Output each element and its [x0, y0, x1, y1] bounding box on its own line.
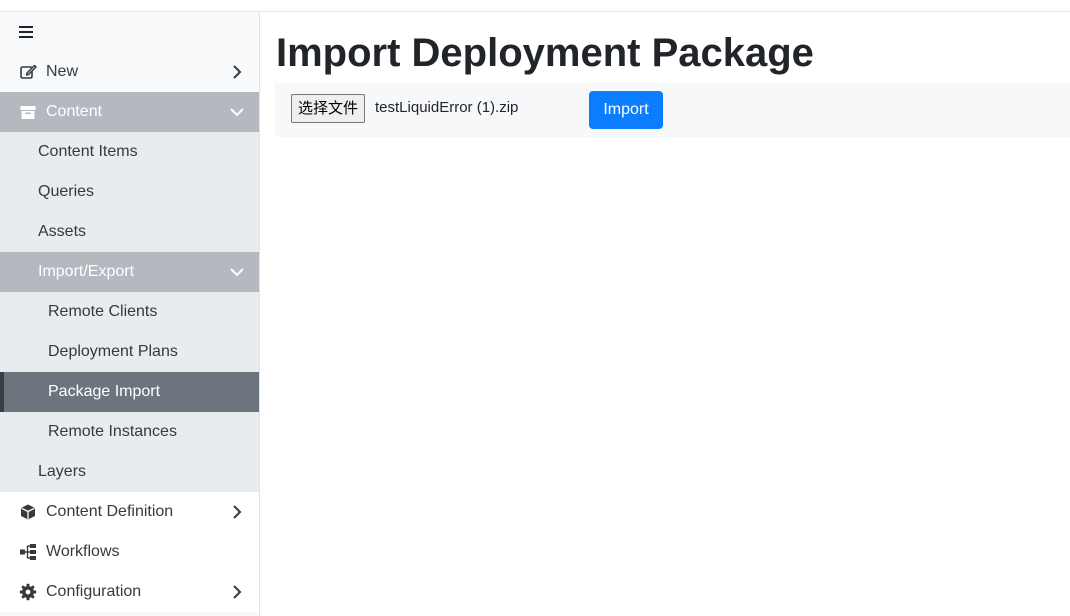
import-button[interactable]: Import	[589, 91, 663, 129]
import-form: 选择文件 testLiquidError (1).zip Import	[275, 83, 1070, 137]
sidebar-item-label: Assets	[38, 223, 87, 240]
sidebar-item-content-items[interactable]: Content Items	[0, 132, 259, 172]
sidebar-item-label: Remote Instances	[48, 423, 177, 440]
sidebar-item-package-import[interactable]: Package Import	[0, 372, 259, 412]
cube-icon	[21, 504, 35, 520]
sitemap-icon	[20, 544, 36, 560]
sidebar-item-remote-clients[interactable]: Remote Clients	[0, 292, 259, 332]
chevron-right-icon	[233, 505, 242, 519]
sidebar-item-layers[interactable]: Layers	[0, 452, 259, 492]
chevron-down-icon	[230, 268, 244, 277]
sidebar-item-label: Remote Clients	[48, 303, 158, 320]
edit-icon	[20, 64, 37, 79]
sidebar-item-label: Content Definition	[46, 503, 174, 520]
sidebar-item-configuration[interactable]: Configuration	[0, 572, 259, 612]
sidebar-item-remote-instances[interactable]: Remote Instances	[0, 412, 259, 452]
top-bar	[0, 0, 1070, 12]
sidebar-item-label: Content	[46, 103, 103, 120]
sidebar-item-workflows[interactable]: Workflows	[0, 532, 259, 572]
sidebar-item-import-export[interactable]: Import/Export	[0, 252, 259, 292]
chevron-down-icon	[230, 108, 244, 117]
archive-icon	[20, 106, 36, 119]
sidebar-item-label: Workflows	[46, 543, 120, 560]
main-content: Import Deployment Package 选择文件 testLiqui…	[260, 12, 1070, 616]
sidebar-item-label: Deployment Plans	[48, 343, 178, 360]
sidebar-item-label: Queries	[38, 183, 95, 200]
sidebar-item-label: Import/Export	[38, 263, 135, 280]
sidebar: New Content Content Items Queries Assets…	[0, 12, 260, 616]
sidebar-item-label: Layers	[38, 463, 87, 480]
sidebar-item-content[interactable]: Content	[0, 92, 259, 132]
sidebar-item-content-definition[interactable]: Content Definition	[0, 492, 259, 532]
sidebar-item-label: Package Import	[48, 383, 161, 400]
chevron-right-icon	[233, 585, 242, 599]
sidebar-item-label: Configuration	[46, 583, 142, 600]
sidebar-item-new[interactable]: New	[0, 52, 259, 92]
sidebar-item-label: Content Items	[38, 143, 138, 160]
hamburger-icon[interactable]	[18, 24, 36, 40]
sidebar-item-label: New	[46, 63, 79, 80]
chevron-right-icon	[233, 65, 242, 79]
sidebar-item-assets[interactable]: Assets	[0, 212, 259, 252]
sidebar-item-queries[interactable]: Queries	[0, 172, 259, 212]
sidebar-item-deployment-plans[interactable]: Deployment Plans	[0, 332, 259, 372]
selected-file-name: testLiquidError (1).zip	[375, 99, 519, 116]
gear-icon	[19, 583, 37, 601]
page-title: Import Deployment Package	[276, 31, 814, 75]
choose-file-button[interactable]: 选择文件	[291, 94, 366, 123]
